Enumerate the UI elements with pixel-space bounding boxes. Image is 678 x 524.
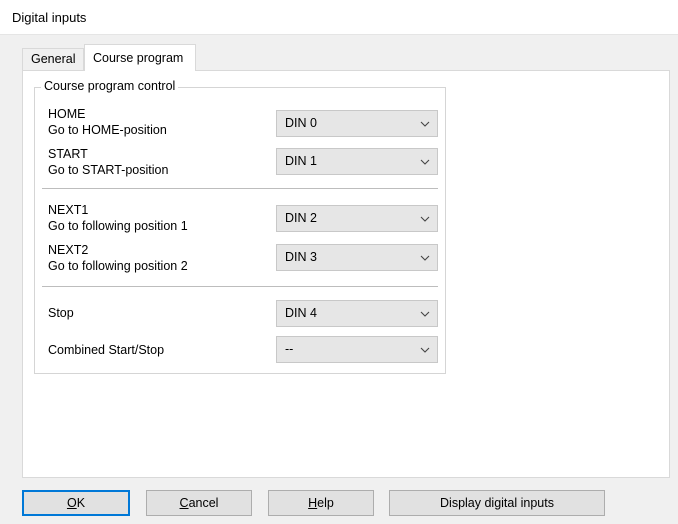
start-description: Go to START-position [48, 163, 169, 177]
chevron-down-icon [419, 301, 431, 326]
chevron-down-icon [419, 111, 431, 136]
stop-select[interactable]: DIN 4 [276, 300, 438, 327]
chevron-down-icon [419, 149, 431, 174]
stop-select-value: DIN 4 [285, 306, 317, 320]
start-select[interactable]: DIN 1 [276, 148, 438, 175]
start-title: START [48, 147, 88, 161]
help-button[interactable]: Help [268, 490, 374, 516]
next2-description: Go to following position 2 [48, 259, 188, 273]
title-bar[interactable]: Digital inputs [0, 0, 678, 35]
home-description: Go to HOME-position [48, 123, 167, 137]
group-title: Course program control [41, 79, 179, 93]
cancel-label-rest: ancel [188, 496, 219, 510]
tab-label: General [31, 52, 76, 66]
display-digital-inputs-label: Display digital inputs [440, 496, 554, 510]
start-select-value: DIN 1 [285, 154, 317, 168]
next2-select[interactable]: DIN 3 [276, 244, 438, 271]
tab-course-program[interactable]: Course program [84, 44, 196, 71]
start-label: START Go to START-position [48, 146, 168, 178]
window-title: Digital inputs [12, 10, 87, 25]
next1-select-value: DIN 2 [285, 211, 317, 225]
next2-select-value: DIN 3 [285, 250, 317, 264]
ok-button[interactable]: OK [22, 490, 130, 516]
combined-start-stop-select-value: -- [285, 342, 294, 356]
ok-mnemonic: O [66, 496, 77, 510]
home-select[interactable]: DIN 0 [276, 110, 438, 137]
help-label-rest: elp [317, 496, 334, 510]
chevron-down-icon [419, 206, 431, 231]
home-label: HOME Go to HOME-position [48, 106, 167, 138]
display-digital-inputs-button[interactable]: Display digital inputs [389, 490, 605, 516]
next1-title: NEXT1 [48, 203, 89, 217]
cancel-button[interactable]: Cancel [146, 490, 252, 516]
next2-title: NEXT2 [48, 243, 89, 257]
ok-label-rest: K [76, 496, 86, 510]
next1-select[interactable]: DIN 2 [276, 205, 438, 232]
next2-label: NEXT2 Go to following position 2 [48, 242, 188, 274]
home-select-value: DIN 0 [285, 116, 317, 130]
cancel-mnemonic: C [179, 496, 189, 510]
tab-label: Course program [93, 51, 184, 65]
chevron-down-icon [419, 337, 431, 362]
stop-title: Stop [48, 306, 74, 320]
combined-start-stop-select[interactable]: -- [276, 336, 438, 363]
separator [42, 286, 438, 287]
dialog-window: Digital inputs General Course program Co… [0, 0, 678, 524]
help-mnemonic: H [308, 496, 318, 510]
combined-start-stop-label: Combined Start/Stop [48, 342, 164, 358]
next1-description: Go to following position 1 [48, 219, 188, 233]
combined-start-stop-title: Combined Start/Stop [48, 343, 165, 357]
next1-label: NEXT1 Go to following position 1 [48, 202, 188, 234]
separator [42, 188, 438, 189]
stop-label: Stop [48, 305, 74, 321]
tab-general[interactable]: General [22, 48, 84, 70]
chevron-down-icon [419, 245, 431, 270]
home-title: HOME [48, 107, 86, 121]
